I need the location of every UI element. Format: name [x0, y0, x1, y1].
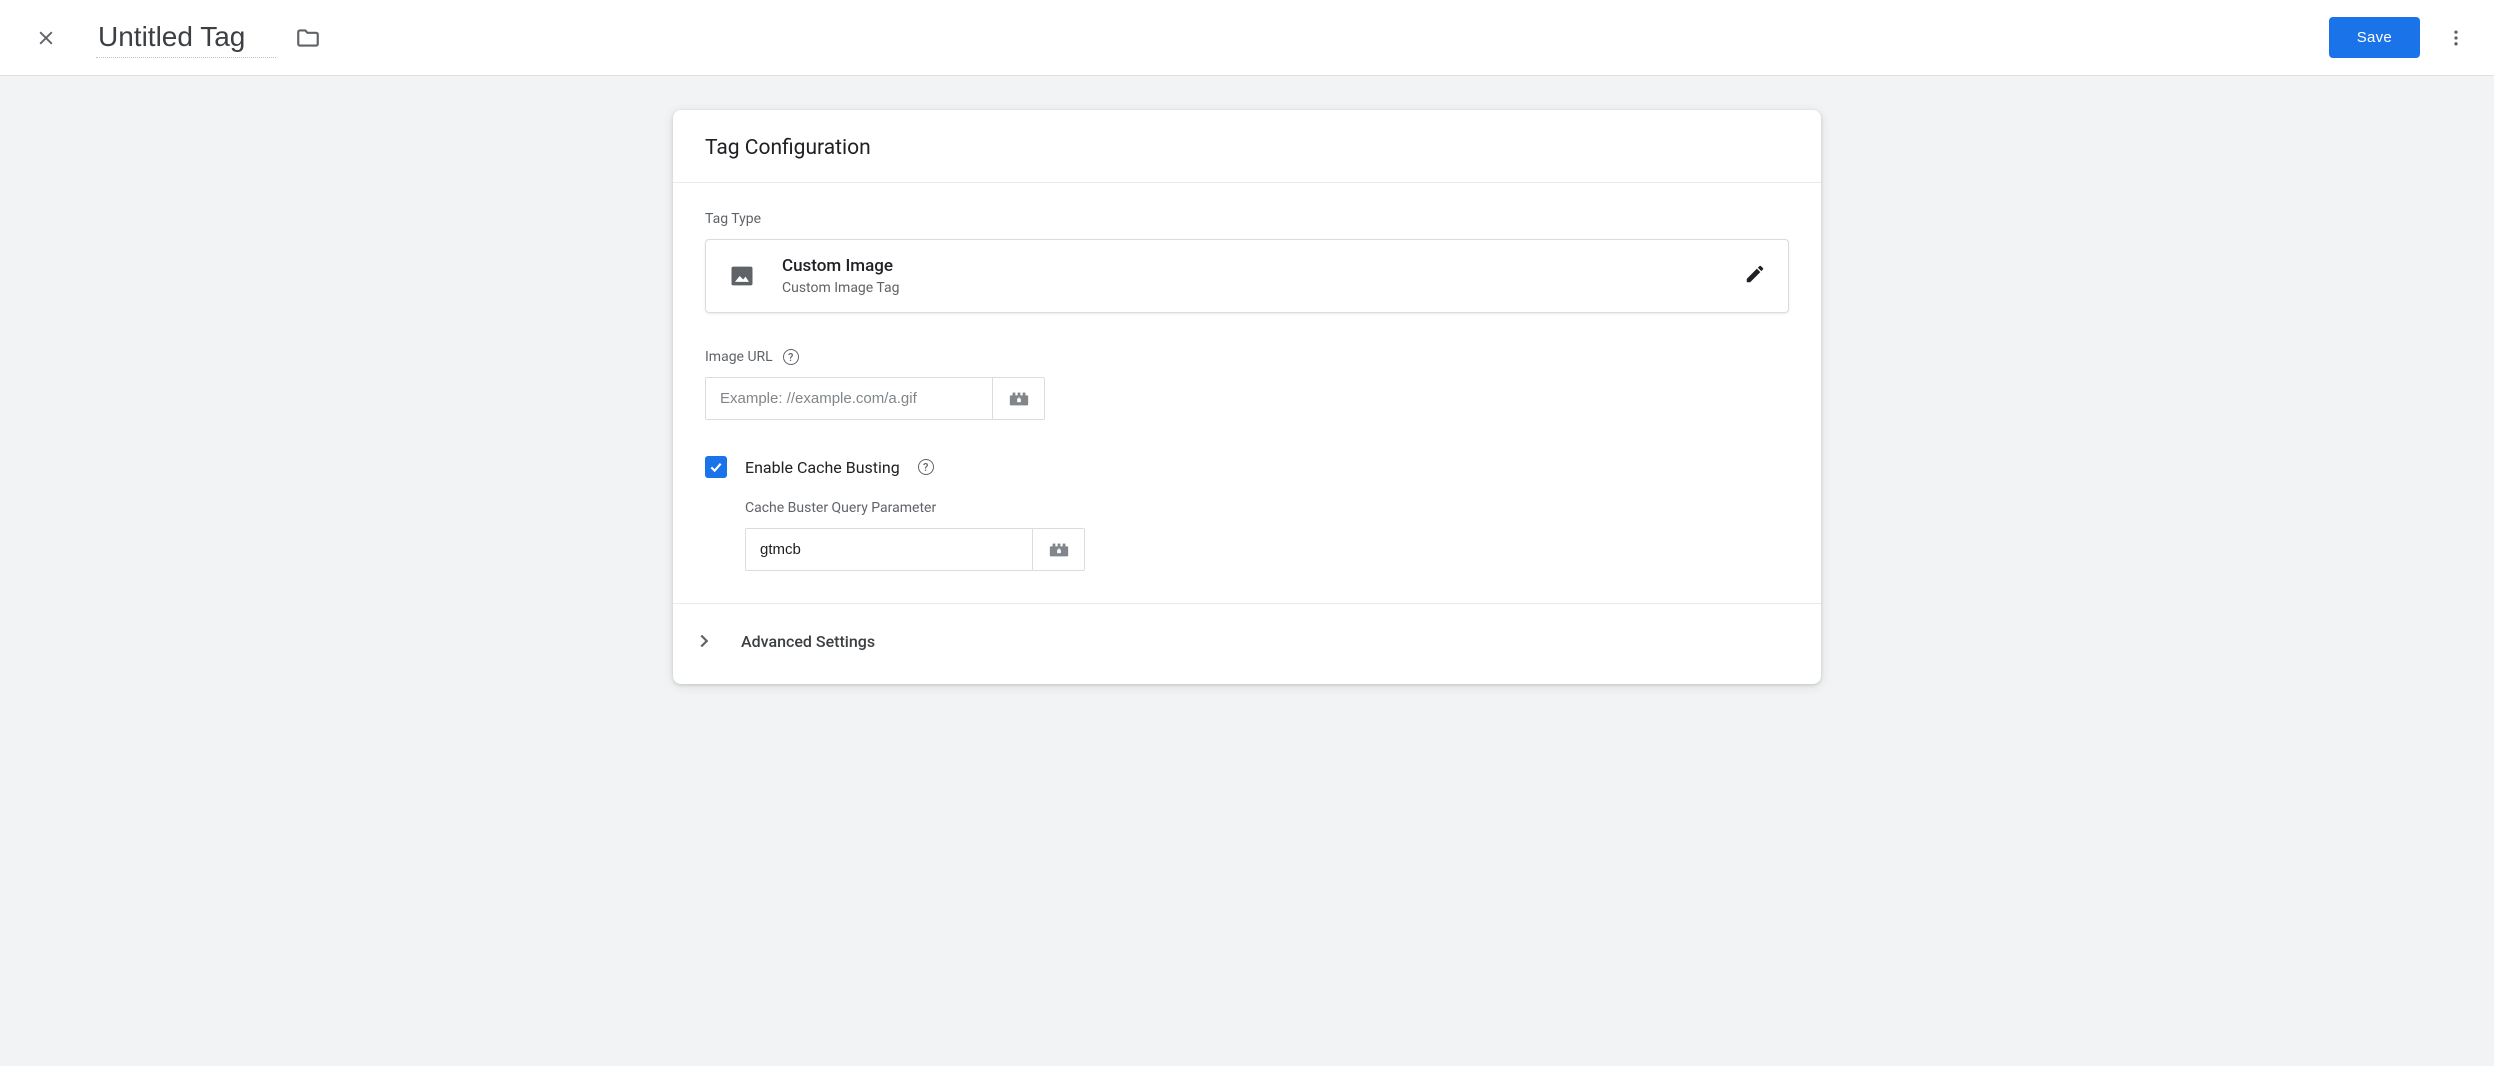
more-vert-icon	[2446, 28, 2466, 48]
folder-button[interactable]	[290, 20, 326, 56]
tag-type-label: Tag Type	[705, 211, 1789, 227]
tag-type-subtitle: Custom Image Tag	[782, 280, 1744, 296]
cache-busting-checkbox[interactable]	[705, 456, 727, 478]
close-icon	[36, 28, 56, 48]
chevron-right-icon	[693, 630, 715, 652]
variable-brick-icon	[1008, 390, 1030, 408]
tag-name-input[interactable]	[96, 17, 276, 58]
image-icon	[728, 262, 756, 290]
cache-busting-label: Enable Cache Busting	[745, 458, 900, 477]
tag-type-name: Custom Image	[782, 256, 1744, 276]
image-url-label: Image URL ?	[705, 349, 1789, 365]
editor-canvas: Tag Configuration Tag Type Custom Image …	[0, 76, 2494, 1066]
cache-param-label: Cache Buster Query Parameter	[745, 500, 1789, 516]
cache-busting-help-icon[interactable]: ?	[918, 459, 934, 475]
image-url-help-icon[interactable]: ?	[783, 349, 799, 365]
more-menu-button[interactable]	[2434, 16, 2478, 60]
folder-icon	[295, 25, 321, 51]
variable-brick-icon	[1048, 541, 1070, 559]
tag-configuration-panel: Tag Configuration Tag Type Custom Image …	[673, 110, 1821, 684]
cache-param-input[interactable]	[745, 528, 1033, 571]
edit-tag-type-button[interactable]	[1744, 263, 1766, 289]
close-button[interactable]	[24, 16, 68, 60]
cache-param-variable-button[interactable]	[1033, 528, 1085, 571]
pencil-icon	[1744, 263, 1766, 285]
advanced-settings-label: Advanced Settings	[741, 632, 875, 651]
advanced-settings-expander[interactable]: Advanced Settings	[673, 604, 1821, 684]
save-button[interactable]: Save	[2329, 17, 2420, 58]
image-url-input[interactable]	[705, 377, 993, 420]
panel-title: Tag Configuration	[673, 110, 1821, 183]
image-url-variable-button[interactable]	[993, 377, 1045, 420]
editor-header: Save	[0, 0, 2494, 76]
check-icon	[708, 459, 724, 475]
tag-type-selector[interactable]: Custom Image Custom Image Tag	[705, 239, 1789, 313]
